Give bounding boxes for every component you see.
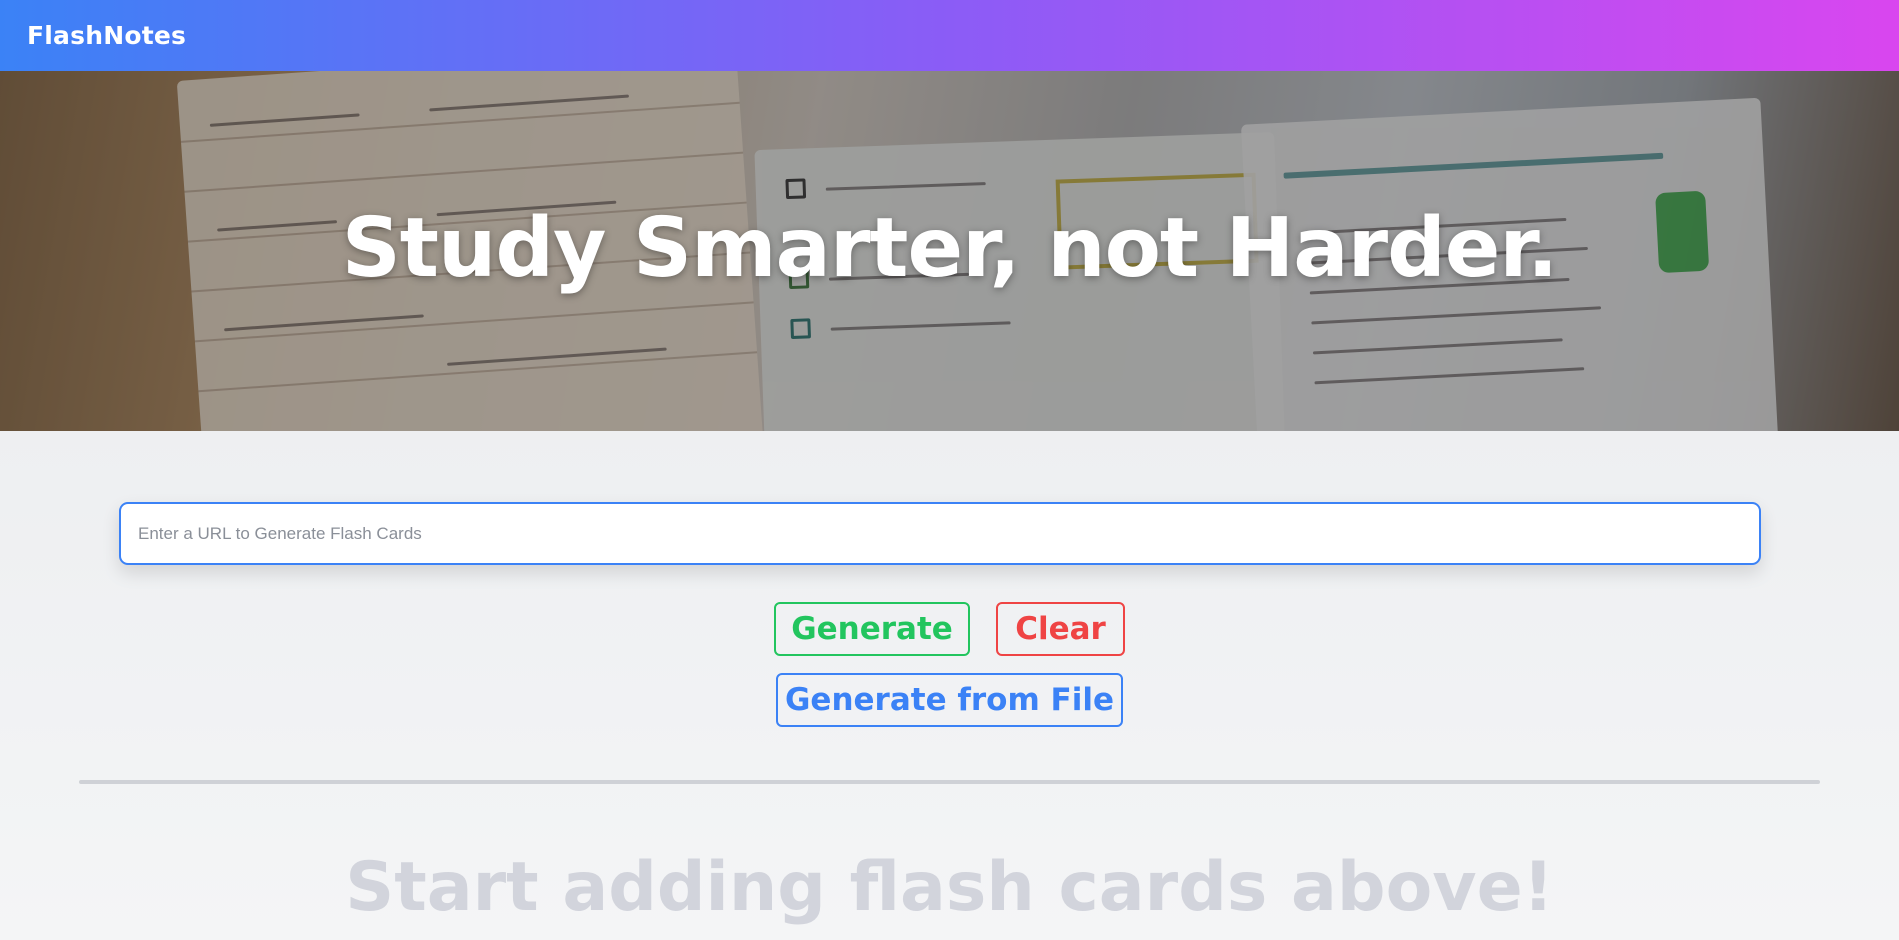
clear-button[interactable]: Clear	[996, 602, 1125, 656]
empty-state-message: Start adding flash cards above!	[345, 848, 1554, 927]
top-navbar: FlashNotes	[0, 0, 1899, 71]
brand-logo[interactable]: FlashNotes	[27, 21, 186, 50]
generate-button[interactable]: Generate	[774, 602, 970, 656]
hero-banner: Study Smarter, not Harder.	[0, 71, 1899, 431]
hero-title: Study Smarter, not Harder.	[341, 201, 1559, 296]
section-divider	[79, 780, 1820, 784]
url-input[interactable]	[119, 502, 1761, 565]
generate-from-file-button[interactable]: Generate from File	[776, 673, 1123, 727]
